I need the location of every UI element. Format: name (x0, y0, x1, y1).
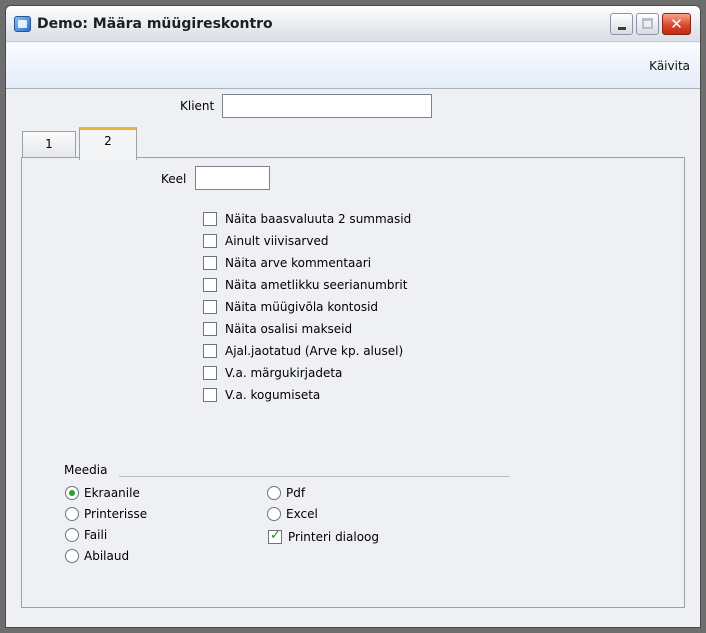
radio-button[interactable] (65, 486, 79, 500)
radio-button[interactable] (65, 528, 79, 542)
option-label: Ajal.jaotatud (Arve kp. alusel) (225, 344, 404, 358)
option-label: Näita baasvaluuta 2 summasid (225, 212, 412, 226)
media-group-label: Meedia (64, 463, 108, 477)
radio-label: Abilaud (84, 549, 130, 563)
language-input[interactable] (195, 166, 270, 190)
option-official-serial[interactable]: Näita ametlikku seerianumbrit (203, 276, 407, 294)
checkbox[interactable] (203, 212, 217, 226)
checkbox[interactable] (203, 234, 217, 248)
printer-dialog-option[interactable]: Printeri dialoog (268, 528, 379, 546)
checkbox[interactable] (203, 278, 217, 292)
radio-label: Printerisse (84, 507, 148, 521)
checkbox-label: Printeri dialoog (288, 530, 380, 544)
checkbox[interactable] (203, 256, 217, 270)
radio-button[interactable] (267, 507, 281, 521)
option-receivable-accounts[interactable]: Näita müügivõla kontosid (203, 298, 378, 316)
checkbox[interactable] (203, 344, 217, 358)
maximize-icon (642, 18, 653, 29)
option-invoice-comment[interactable]: Näita arve kommentaari (203, 254, 371, 272)
media-option-clipboard[interactable]: Abilaud (65, 547, 129, 565)
minimize-button[interactable] (610, 13, 633, 35)
radio-button[interactable] (65, 549, 79, 563)
option-without-collection[interactable]: V.a. kogumiseta (203, 386, 320, 404)
radio-button[interactable] (65, 507, 79, 521)
report-window: Demo: Määra müügireskontro ✕ Käivita Kli… (5, 5, 701, 628)
close-icon: ✕ (670, 15, 683, 33)
radio-button[interactable] (267, 486, 281, 500)
checkbox[interactable] (203, 322, 217, 336)
radio-label: Excel (286, 507, 318, 521)
run-button[interactable]: Käivita (649, 59, 690, 73)
option-periodized[interactable]: Ajal.jaotatud (Arve kp. alusel) (203, 342, 403, 360)
client-label: Klient (180, 99, 215, 113)
media-group-divider (119, 476, 510, 477)
media-option-printer[interactable]: Printerisse (65, 505, 147, 523)
option-label: Näita müügivõla kontosid (225, 300, 379, 314)
close-button[interactable]: ✕ (662, 13, 691, 35)
app-icon (14, 16, 31, 32)
checkbox[interactable] (203, 300, 217, 314)
language-label: Keel (161, 172, 187, 186)
radio-label: Faili (84, 528, 108, 542)
option-label: Näita arve kommentaari (225, 256, 372, 270)
maximize-button[interactable] (636, 13, 659, 35)
media-option-screen[interactable]: Ekraanile (65, 484, 140, 502)
option-label: V.a. kogumiseta (225, 388, 321, 402)
radio-label: Ekraanile (84, 486, 140, 500)
minimize-icon (618, 27, 626, 30)
option-label: V.a. märgukirjadeta (225, 366, 343, 380)
option-label: Ainult viivisarved (225, 234, 329, 248)
option-label: Näita osalisi makseid (225, 322, 353, 336)
title-bar[interactable]: Demo: Määra müügireskontro ✕ (6, 6, 700, 42)
tab-2[interactable]: 2 (79, 127, 137, 160)
media-option-pdf[interactable]: Pdf (267, 484, 305, 502)
option-without-reminders[interactable]: V.a. märgukirjadeta (203, 364, 342, 382)
checkbox[interactable] (203, 388, 217, 402)
option-partial-payments[interactable]: Näita osalisi makseid (203, 320, 352, 338)
media-option-file[interactable]: Faili (65, 526, 107, 544)
client-input[interactable] (222, 94, 432, 118)
option-base-currency-2[interactable]: Näita baasvaluuta 2 summasid (203, 210, 411, 228)
tab-1[interactable]: 1 (22, 131, 76, 159)
checkbox[interactable] (203, 366, 217, 380)
option-overdue-only[interactable]: Ainult viivisarved (203, 232, 328, 250)
window-title: Demo: Määra müügireskontro (37, 16, 273, 32)
toolbar: Käivita (6, 43, 700, 89)
media-option-excel[interactable]: Excel (267, 505, 318, 523)
radio-label: Pdf (286, 486, 306, 500)
option-label: Näita ametlikku seerianumbrit (225, 278, 408, 292)
checkbox[interactable] (268, 528, 282, 544)
